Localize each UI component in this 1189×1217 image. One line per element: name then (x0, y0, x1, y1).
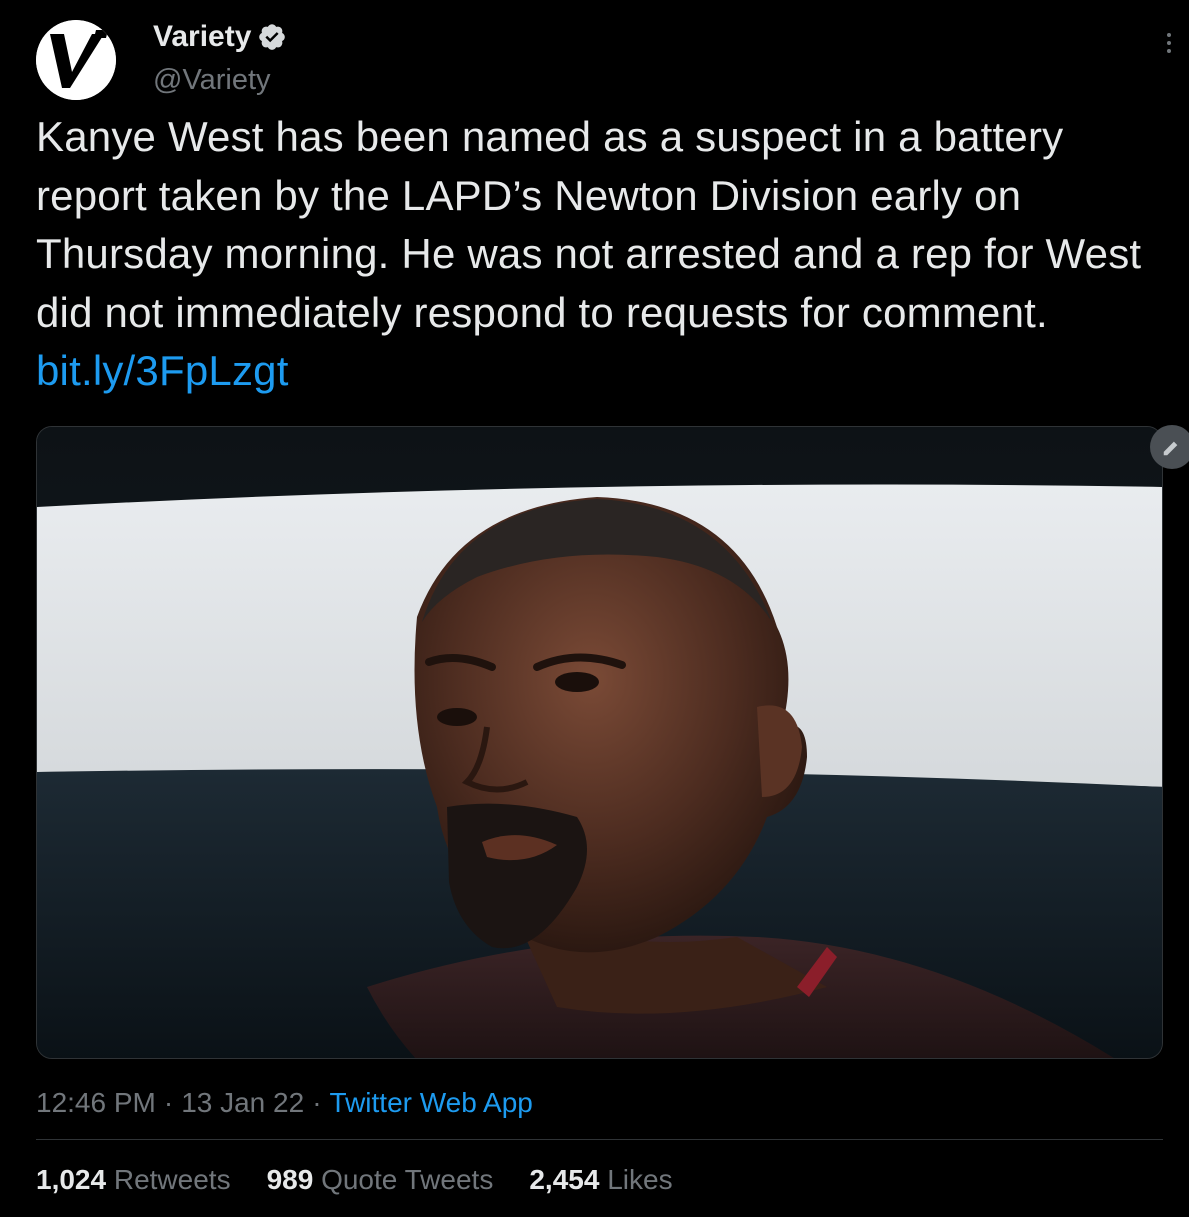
author-name[interactable]: Variety (153, 18, 251, 56)
author-avatar[interactable] (36, 20, 116, 100)
photo-portrait (37, 427, 1162, 1058)
variety-logo (36, 20, 116, 100)
meta-separator: · (312, 1087, 322, 1118)
tweet-source-link[interactable]: Twitter Web App (330, 1087, 533, 1118)
quote-tweets-label: Quote Tweets (321, 1164, 494, 1195)
tweet-stats: 1,024 Retweets 989 Quote Tweets 2,454 Li… (36, 1162, 673, 1198)
more-dot (1167, 49, 1171, 53)
tweet-meta: 12:46 PM · 13 Jan 22 · Twitter Web App (36, 1085, 533, 1121)
tweet: Variety @Variety Kanye West has been nam… (0, 0, 1189, 1217)
edit-badge[interactable] (1150, 425, 1189, 469)
quote-tweets-count: 989 (266, 1164, 314, 1195)
likes-stat[interactable]: 2,454 Likes (529, 1162, 672, 1198)
more-options-icon[interactable] (1158, 26, 1180, 60)
tweet-time[interactable]: 12:46 PM (36, 1087, 156, 1118)
tweet-link[interactable]: bit.ly/3FpLzgt (36, 347, 289, 394)
likes-count: 2,454 (529, 1164, 600, 1195)
retweets-label: Retweets (113, 1164, 231, 1195)
author-handle[interactable]: @Variety (153, 62, 271, 98)
quote-tweets-stat[interactable]: 989 Quote Tweets (267, 1162, 494, 1198)
tweet-date[interactable]: 13 Jan 22 (181, 1087, 304, 1118)
likes-label: Likes (607, 1164, 673, 1195)
tweet-photo[interactable] (36, 426, 1163, 1059)
retweets-stat[interactable]: 1,024 Retweets (36, 1162, 231, 1198)
retweets-count: 1,024 (36, 1164, 107, 1195)
divider (36, 1139, 1163, 1140)
edit-icon (1163, 441, 1178, 456)
more-dot (1167, 33, 1171, 37)
verified-badge-icon (259, 24, 286, 50)
author-name-row[interactable]: Variety (153, 18, 287, 56)
tweet-body: Kanye West has been named as a suspect i… (36, 113, 1142, 336)
more-dot (1167, 41, 1171, 45)
tweet-text: Kanye West has been named as a suspect i… (36, 108, 1161, 401)
meta-separator: · (163, 1087, 174, 1118)
